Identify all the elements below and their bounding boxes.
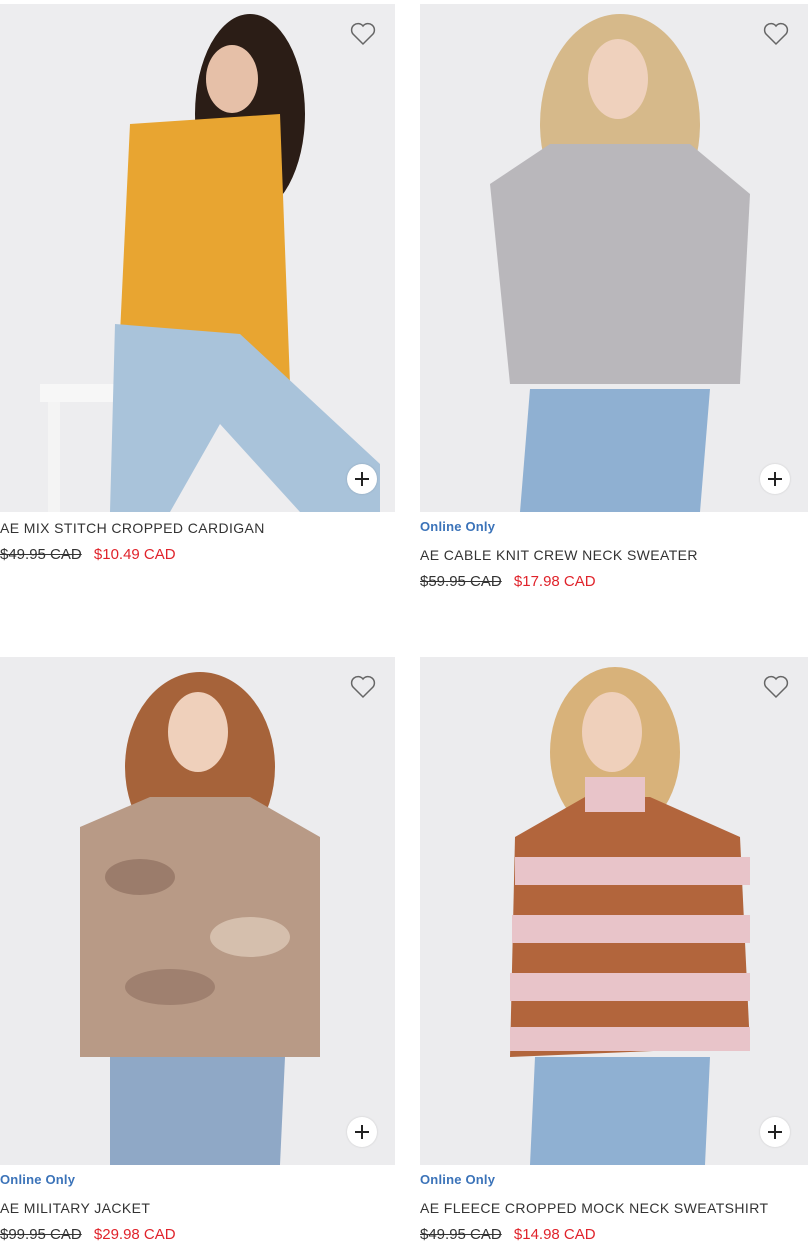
- heart-icon[interactable]: [762, 20, 790, 48]
- product-prices: $49.95 CAD $14.98 CAD: [420, 1226, 808, 1244]
- product-prices: $59.95 CAD $17.98 CAD: [420, 573, 808, 591]
- sale-price: $14.98 CAD: [513, 1226, 596, 1243]
- heart-icon[interactable]: [349, 673, 377, 701]
- quick-add-plus-icon[interactable]: [347, 1117, 377, 1147]
- model-photo: [420, 4, 808, 512]
- product-card[interactable]: Online Only AE FLEECE CROPPED MOCK NECK …: [420, 657, 808, 1244]
- heart-icon[interactable]: [349, 20, 377, 48]
- sale-price: $29.98 CAD: [93, 1226, 176, 1243]
- product-prices: $99.95 CAD $29.98 CAD: [0, 1226, 395, 1244]
- model-photo: [0, 4, 395, 512]
- product-name[interactable]: AE MIX STITCH CROPPED CARDIGAN: [0, 520, 395, 536]
- online-only-badge: Online Only: [0, 1172, 76, 1187]
- product-image[interactable]: [0, 4, 395, 512]
- product-name[interactable]: AE CABLE KNIT CREW NECK SWEATER: [420, 547, 808, 563]
- original-price: $99.95 CAD: [0, 1226, 82, 1243]
- product-card[interactable]: Online Only AE MILITARY JACKET $99.95 CA…: [0, 657, 395, 1244]
- product-card[interactable]: Online Only AE CABLE KNIT CREW NECK SWEA…: [420, 4, 808, 591]
- product-image[interactable]: [420, 4, 808, 512]
- product-name[interactable]: AE MILITARY JACKET: [0, 1200, 395, 1216]
- product-prices: $49.95 CAD $10.49 CAD: [0, 546, 395, 564]
- sale-price: $17.98 CAD: [513, 573, 596, 590]
- online-only-badge: Online Only: [420, 1172, 496, 1187]
- quick-add-plus-icon[interactable]: [760, 464, 790, 494]
- product-image[interactable]: [0, 657, 395, 1165]
- original-price: $59.95 CAD: [420, 573, 502, 590]
- heart-icon[interactable]: [762, 673, 790, 701]
- product-name[interactable]: AE FLEECE CROPPED MOCK NECK SWEATSHIRT: [420, 1200, 808, 1216]
- model-photo: [0, 657, 395, 1165]
- quick-add-plus-icon[interactable]: [347, 464, 377, 494]
- product-image[interactable]: [420, 657, 808, 1165]
- model-photo: [420, 657, 808, 1165]
- product-card[interactable]: AE MIX STITCH CROPPED CARDIGAN $49.95 CA…: [0, 4, 395, 564]
- original-price: $49.95 CAD: [0, 546, 82, 563]
- sale-price: $10.49 CAD: [93, 546, 176, 563]
- original-price: $49.95 CAD: [420, 1226, 502, 1243]
- quick-add-plus-icon[interactable]: [760, 1117, 790, 1147]
- online-only-badge: Online Only: [420, 519, 496, 534]
